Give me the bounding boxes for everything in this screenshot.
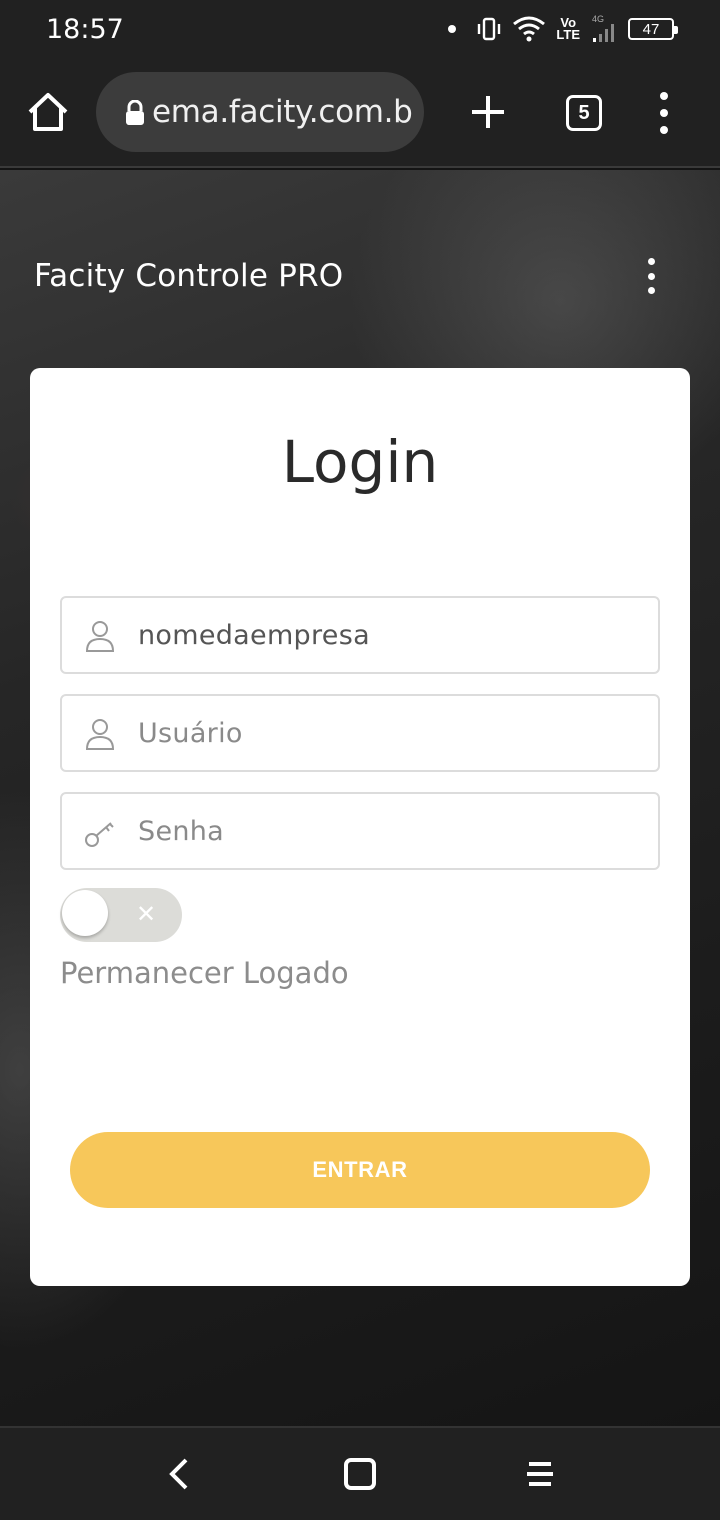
- new-tab-button[interactable]: [464, 88, 512, 136]
- wifi-icon: [513, 16, 546, 42]
- tab-switcher-button[interactable]: 5: [566, 95, 602, 131]
- browser-menu-button[interactable]: [650, 92, 678, 134]
- user-icon: [85, 719, 115, 750]
- tab-count: 5: [578, 101, 590, 124]
- remember-me-label: Permanecer Logado: [60, 956, 349, 990]
- username-field[interactable]: Usuário: [60, 694, 660, 772]
- more-vertical-icon: [647, 258, 655, 265]
- battery-level: 47: [642, 20, 660, 38]
- volte-indicator: Vo LTE: [556, 15, 580, 42]
- notification-dot-icon: [448, 25, 457, 33]
- chevron-left-icon: [169, 1458, 188, 1490]
- home-icon: [28, 93, 68, 131]
- battery-indicator: 47: [628, 18, 678, 40]
- vibrate-icon: [478, 17, 501, 41]
- status-icons: Vo LTE 4G 47: [448, 12, 678, 46]
- url-text: ​ema.facity.com.br: [152, 94, 414, 130]
- square-icon: [344, 1458, 376, 1490]
- key-icon: [85, 822, 114, 847]
- user-icon: [85, 621, 115, 652]
- home-button[interactable]: [24, 88, 72, 136]
- remember-me-toggle[interactable]: ✕: [60, 888, 182, 942]
- close-icon: ✕: [136, 901, 157, 928]
- back-button[interactable]: [160, 1454, 200, 1494]
- plus-icon: [472, 96, 504, 128]
- toggle-knob: [62, 890, 108, 936]
- status-bar: 18:57 Vo LTE 4G 47: [0, 0, 720, 58]
- page-content: Facity Controle PRO Login nomedaempresa …: [0, 170, 720, 1426]
- login-submit-button[interactable]: ENTRAR: [70, 1132, 650, 1208]
- network-type-label: 4G: [592, 14, 604, 24]
- home-nav-button[interactable]: [340, 1454, 380, 1494]
- app-menu-button[interactable]: [642, 258, 660, 294]
- app-title: Facity Controle PRO: [34, 258, 344, 294]
- company-value: nomedaempresa: [138, 620, 370, 651]
- cell-signal-icon: 4G: [592, 14, 614, 42]
- address-bar[interactable]: ​ema.facity.com.br: [96, 72, 424, 152]
- menu-lines-icon: [527, 1462, 553, 1486]
- status-time: 18:57: [46, 14, 124, 45]
- system-navigation-bar: [0, 1426, 720, 1520]
- password-placeholder: Senha: [138, 816, 225, 847]
- login-title: Login: [281, 428, 439, 496]
- password-field[interactable]: Senha: [60, 792, 660, 870]
- recents-button[interactable]: [520, 1454, 560, 1494]
- company-field[interactable]: nomedaempresa: [60, 596, 660, 674]
- lock-icon: [126, 100, 144, 125]
- more-vertical-icon: [660, 92, 668, 100]
- username-placeholder: Usuário: [138, 718, 243, 749]
- login-card: Login nomedaempresa Usuário Senha ✕ Perm…: [30, 368, 690, 1286]
- browser-toolbar: ​ema.facity.com.br 5: [0, 58, 720, 168]
